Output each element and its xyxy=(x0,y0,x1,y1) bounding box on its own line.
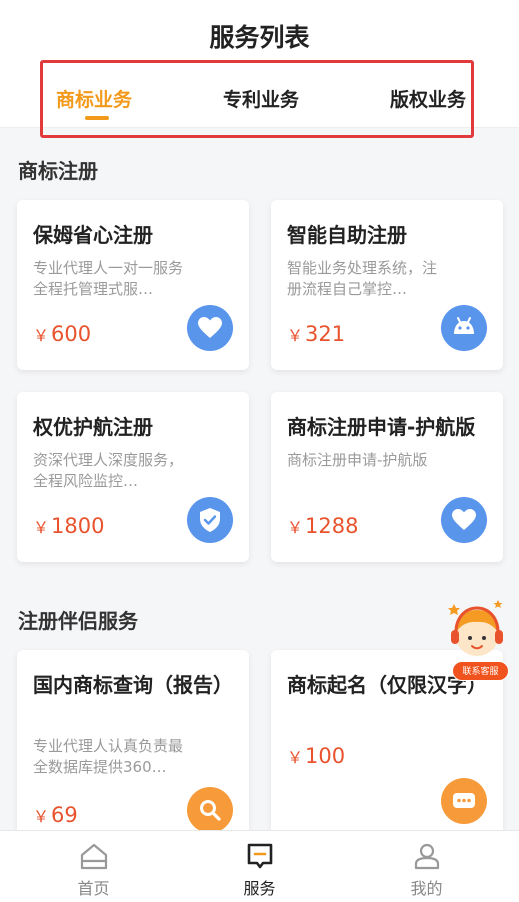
card-description: 智能业务处理系统，注册流程自己掌控… xyxy=(287,259,438,298)
customer-service-avatar-icon xyxy=(448,600,503,656)
bottom-nav: 首页 服务 我的 xyxy=(0,830,519,902)
header: 服务列表 商标业务 专利业务 版权业务 xyxy=(0,0,519,138)
android-icon xyxy=(441,305,487,351)
heart-icon xyxy=(441,497,487,543)
service-icon xyxy=(247,843,272,869)
home-icon xyxy=(80,843,107,870)
tab-trademark[interactable]: 商标业务 xyxy=(56,85,132,112)
tab-patent[interactable]: 专利业务 xyxy=(223,85,299,112)
section-title-registration-companion: 注册伴侣服务 xyxy=(18,609,138,633)
customer-service-label: 联系客服 xyxy=(452,661,509,681)
customer-service-button[interactable]: 联系客服 xyxy=(446,598,509,684)
card-price: ￥1800 xyxy=(33,514,105,538)
profile-icon xyxy=(414,843,439,870)
page-title: 服务列表 xyxy=(209,23,310,52)
nav-item-home[interactable]: 首页 xyxy=(7,831,180,902)
nav-label: 服务 xyxy=(243,879,276,898)
nav-item-service[interactable]: 服务 xyxy=(173,831,346,902)
active-tab-indicator xyxy=(85,116,109,120)
section-title-trademark-registration: 商标注册 xyxy=(18,159,98,183)
chat-icon xyxy=(441,778,487,824)
card-price: ￥1288 xyxy=(287,514,359,538)
card-title: 权优护航注册 xyxy=(33,415,153,439)
card-description: 专业代理人一对一服务全程托管理式服… xyxy=(33,259,184,298)
card-price: ￥100 xyxy=(287,744,346,768)
card-description: 商标注册申请-护航版 xyxy=(287,451,428,469)
heart-icon xyxy=(187,305,233,351)
service-card[interactable]: 商标注册申请-护航版 商标注册申请-护航版 ￥1288 xyxy=(271,392,503,562)
nav-label: 首页 xyxy=(77,879,110,898)
search-icon xyxy=(187,787,233,833)
card-price: ￥321 xyxy=(287,322,346,346)
nav-label: 我的 xyxy=(410,879,443,898)
tab-copyright[interactable]: 版权业务 xyxy=(390,85,466,112)
nav-item-profile[interactable]: 我的 xyxy=(340,831,513,902)
card-description: 资深代理人深度服务，全程风险监控… xyxy=(33,451,184,490)
card-description: 专业代理人认真负责最全数据库提供360… xyxy=(33,737,184,776)
card-title: 国内商标查询（报告） xyxy=(33,673,233,697)
service-card[interactable]: 权优护航注册 资深代理人深度服务，全程风险监控… ￥1800 xyxy=(17,392,249,562)
card-title: 智能自助注册 xyxy=(287,223,407,247)
tab-bar: 商标业务 专利业务 版权业务 xyxy=(40,60,474,138)
service-card[interactable]: 智能自助注册 智能业务处理系统，注册流程自己掌控… ￥321 xyxy=(271,200,503,370)
shield-check-icon xyxy=(187,497,233,543)
card-title: 商标注册申请-护航版 xyxy=(287,415,476,439)
service-card[interactable]: 国内商标查询（报告） 专业代理人认真负责最全数据库提供360… ￥69 xyxy=(17,650,249,840)
card-price: ￥69 xyxy=(33,803,78,827)
card-title: 保姆省心注册 xyxy=(33,223,153,247)
service-card[interactable]: 保姆省心注册 专业代理人一对一服务全程托管理式服… ￥600 xyxy=(17,200,249,370)
card-price: ￥600 xyxy=(33,322,92,346)
